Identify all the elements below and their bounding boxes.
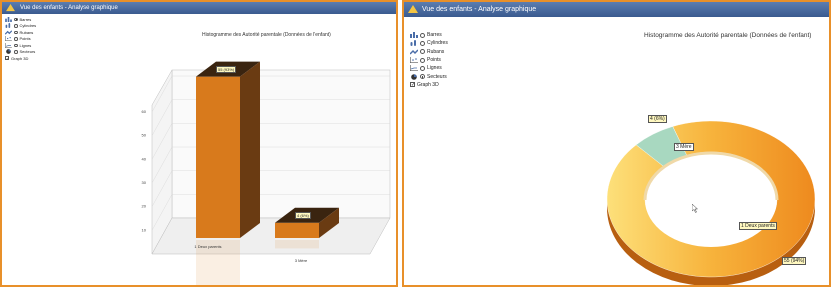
y-tick-label: 40 xyxy=(142,156,147,161)
y-tick-label: 10 xyxy=(142,227,147,232)
bar-data-label: 4 (6%) xyxy=(295,211,311,219)
slice-name-label: 3 Mère xyxy=(674,143,694,151)
y-tick-label: 50 xyxy=(142,133,147,138)
bar-front xyxy=(196,76,240,239)
slice-value-label: 55 (94%) xyxy=(782,257,807,265)
doughnut-chart xyxy=(606,120,816,285)
bar-side xyxy=(240,61,260,238)
y-tick-label: 30 xyxy=(142,180,147,185)
x-category-label: 3 Mère xyxy=(295,258,308,263)
bar-reflection xyxy=(275,240,319,249)
y-tick-label: 20 xyxy=(142,204,147,209)
y-axis-ticks: 10 20 30 40 50 60 xyxy=(142,109,147,232)
bar-chart: 10 20 30 40 50 60 1 Deux parents 3 Mère xyxy=(142,61,391,285)
analysis-window-left: Vue des enfants - Analyse graphique Barr… xyxy=(0,0,398,287)
slice-name-label: 1 Deux parents xyxy=(739,222,777,230)
bar-data-label: 55 (93%) xyxy=(216,65,237,73)
mouse-cursor-icon xyxy=(692,204,698,213)
y-tick-label: 60 xyxy=(142,109,147,114)
analysis-window-right: Vue des enfants - Analyse graphique Barr… xyxy=(402,0,831,287)
x-category-label: 1 Deux parents xyxy=(194,244,221,249)
slice-value-label: 4 (6%) xyxy=(648,115,667,123)
bar-front xyxy=(275,222,319,238)
